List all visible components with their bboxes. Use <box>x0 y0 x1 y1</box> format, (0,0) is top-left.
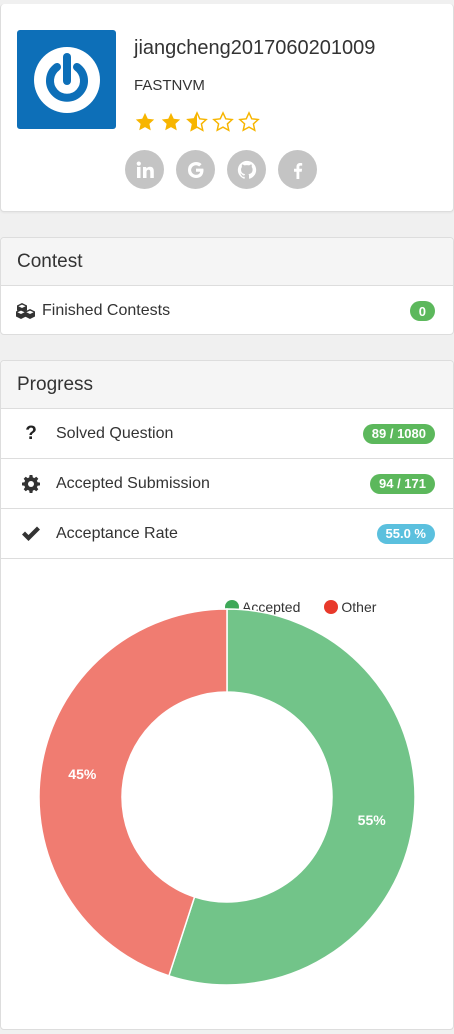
list-item-label: Accepted Submission <box>56 474 210 492</box>
list-item[interactable]: Finished Contests 0 <box>1 286 453 336</box>
list-item[interactable]: Accepted Submission 94 / 171 <box>1 459 453 509</box>
power-icon <box>33 46 100 113</box>
question-icon: ? <box>25 422 37 444</box>
count-badge: 0 <box>409 301 435 321</box>
donut-label-other: 45% <box>68 766 97 782</box>
acceptance-donut-chart: 55% 45% <box>38 608 416 986</box>
rate-badge: 55.0 % <box>376 523 435 544</box>
list-item[interactable]: Acceptance Rate 55.0 % <box>1 509 453 559</box>
avatar[interactable] <box>17 30 116 129</box>
contest-panel-title: Contest <box>1 238 453 286</box>
star-full-icon <box>135 112 155 131</box>
list-item-label: Finished Contests <box>42 302 171 319</box>
linkedin-icon[interactable] <box>125 150 164 189</box>
google-icon[interactable] <box>176 150 215 189</box>
star-empty-icon <box>238 111 260 132</box>
progress-panel: Progress ? Solved Question 89 / 1080 Acc… <box>0 360 454 1030</box>
username: jiangcheng2017060201009 <box>134 37 376 59</box>
count-badge: 89 / 1080 <box>362 423 435 444</box>
donut-label-accepted: 55% <box>358 812 387 828</box>
cubes-icon <box>15 303 37 319</box>
profile-card: jiangcheng2017060201009 FASTNVM <box>0 4 454 212</box>
count-badge: 94 / 171 <box>370 473 435 494</box>
rating-stars <box>134 111 260 133</box>
user-subtitle: FASTNVM <box>134 77 205 94</box>
github-icon[interactable] <box>227 150 266 189</box>
gear-icon <box>19 474 43 494</box>
list-item[interactable]: ? Solved Question 89 / 1080 <box>1 409 453 459</box>
check-icon <box>19 526 43 542</box>
list-item-label: Solved Question <box>56 424 174 442</box>
progress-panel-title: Progress <box>1 361 453 409</box>
facebook-icon[interactable] <box>278 150 317 189</box>
star-half-icon <box>186 111 208 132</box>
list-item-label: Acceptance Rate <box>56 524 178 542</box>
social-links <box>125 150 317 189</box>
star-full-icon <box>161 112 181 131</box>
star-empty-icon <box>212 111 234 132</box>
contest-panel: Contest Finished Contests 0 <box>0 237 454 335</box>
